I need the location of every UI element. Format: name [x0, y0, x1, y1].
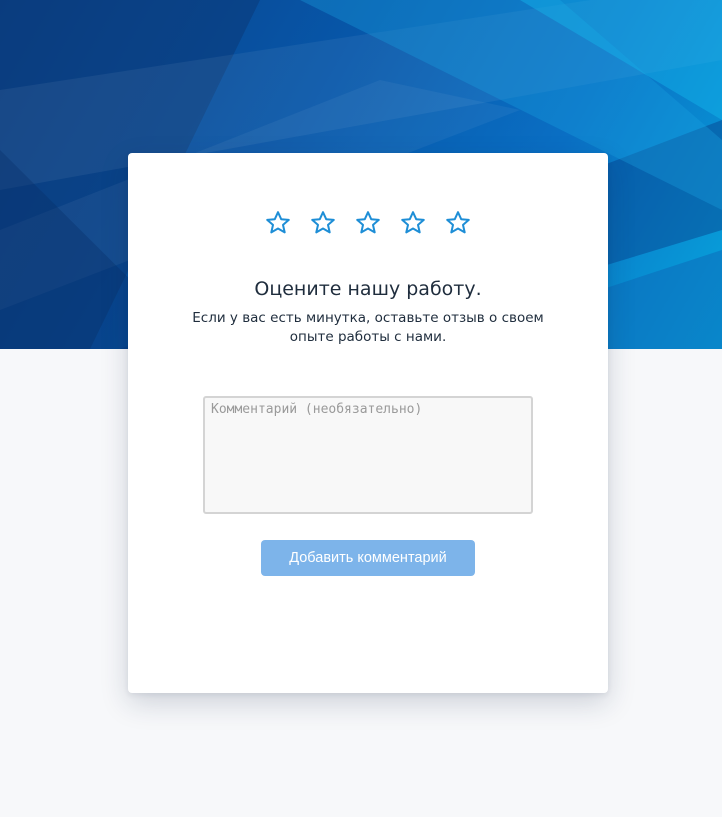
star-4-icon[interactable]: [400, 210, 426, 236]
comment-field[interactable]: [203, 396, 533, 514]
star-2-icon[interactable]: [310, 210, 336, 236]
page-title: Оцените нашу работу.: [254, 278, 482, 300]
page-subtitle: Если у вас есть минутка, оставьте отзыв …: [192, 310, 544, 345]
star-5-icon[interactable]: [445, 210, 471, 236]
star-1-icon[interactable]: [265, 210, 291, 236]
add-comment-button[interactable]: Добавить комментарий: [261, 540, 475, 576]
feedback-page: Оцените нашу работу. Если у вас есть мин…: [0, 0, 722, 817]
star-rating: [128, 210, 608, 236]
star-3-icon[interactable]: [355, 210, 381, 236]
feedback-card: Оцените нашу работу. Если у вас есть мин…: [128, 153, 608, 693]
